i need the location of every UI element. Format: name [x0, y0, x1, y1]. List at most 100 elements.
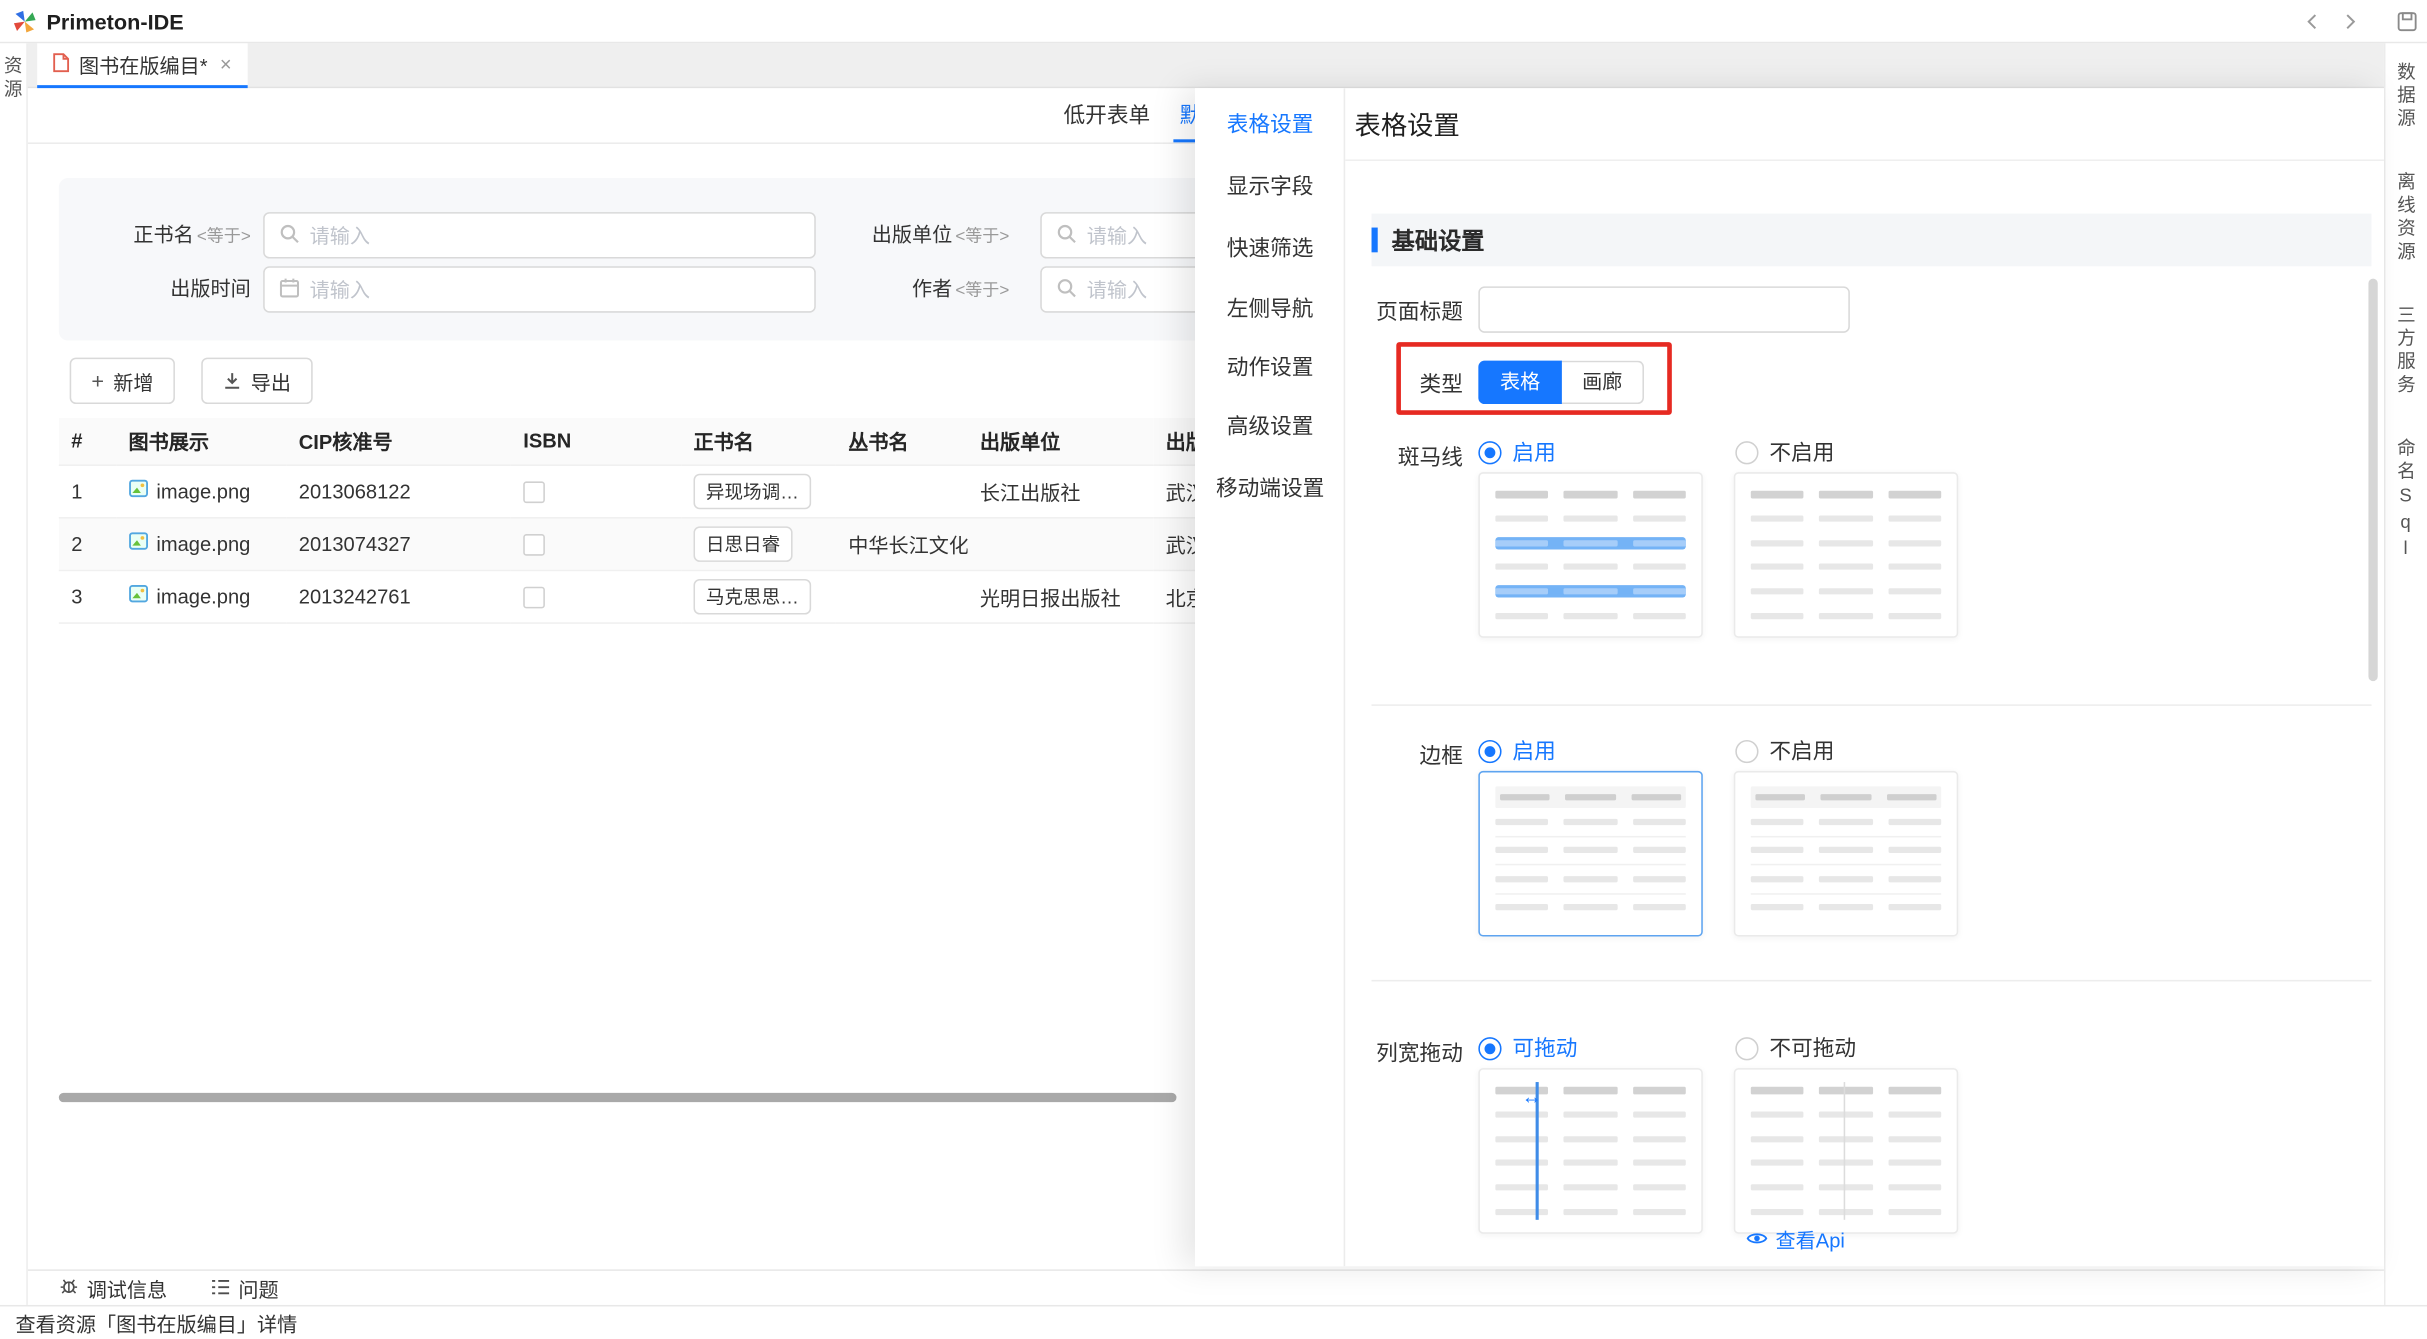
col-cip: CIP核准号 [286, 418, 510, 464]
field-label-publish-date: 出版时间 [59, 266, 260, 312]
preview-row [1751, 537, 1941, 549]
resources-rail-button[interactable]: 资源 [0, 56, 26, 102]
settings-drawer: 表格设置 显示字段 快速筛选 左侧导航 动作设置 高级设置 移动端设置 表格设置… [1195, 88, 2384, 1266]
col-publisher: 出版单位 [968, 418, 1154, 464]
radio-unselected-icon [1735, 1036, 1758, 1059]
image-filename[interactable]: image.png [156, 479, 250, 502]
preview-row [1751, 1133, 1941, 1145]
preview-row [1751, 561, 1941, 573]
nav-display-fields[interactable]: 显示字段 [1195, 170, 1345, 201]
preview-row [1495, 561, 1685, 573]
book-title-button[interactable]: 异现场调… [694, 473, 812, 509]
view-tab-form[interactable]: 低开表单 [1063, 99, 1150, 130]
preview-row [1751, 610, 1941, 622]
search-icon [1056, 222, 1078, 248]
cell-publisher: 光明日报出版社 [968, 570, 1154, 623]
cell-image: image.png [116, 517, 286, 570]
search-icon [1056, 276, 1078, 302]
save-icon[interactable] [2396, 11, 2418, 33]
rail-datasource-button[interactable]: 数据源 [2393, 62, 2419, 132]
preview-row [1751, 1157, 1941, 1169]
titlebar: Primeton-IDE [0, 0, 2427, 43]
debug-info-button[interactable]: 调试信息 [59, 1273, 167, 1302]
image-filename[interactable]: image.png [156, 532, 250, 555]
cell-isbn [511, 464, 681, 517]
horizontal-scrollbar[interactable] [59, 1093, 1177, 1102]
field-label-author: 作者<等于> [816, 266, 1034, 312]
publish-date-input[interactable] [310, 278, 801, 301]
rail-named-sql-button[interactable]: 命名Sql [2393, 438, 2419, 563]
drawer-nav: 表格设置 显示字段 快速筛选 左侧导航 动作设置 高级设置 移动端设置 [1195, 88, 1345, 1266]
preview-row [1751, 808, 1941, 837]
drawer-scrollbar[interactable] [2368, 279, 2377, 681]
nav-advanced-settings[interactable]: 高级设置 [1195, 410, 1345, 441]
nav-quick-filter[interactable]: 快速筛选 [1195, 232, 1345, 263]
book-title-button[interactable]: 马克思思… [694, 578, 812, 614]
app-title: Primeton-IDE [46, 9, 183, 34]
back-icon[interactable] [2303, 11, 2322, 33]
border-disable-radio[interactable]: 不启用 [1735, 738, 1834, 763]
app-window: Primeton-IDE 资源 数据源 离线资源 三方服务 命名Sql [0, 0, 2427, 1339]
book-title-search-input[interactable] [263, 212, 816, 258]
problems-button[interactable]: 问题 [211, 1273, 279, 1302]
radio-selected-icon [1478, 440, 1501, 463]
preview-row [1495, 808, 1685, 837]
radio-unselected-icon [1735, 739, 1758, 762]
nav-mobile-settings[interactable]: 移动端设置 [1195, 472, 1345, 503]
coldrag-enable-radio[interactable]: 可拖动 [1478, 1036, 1577, 1061]
statusbar: 查看资源「图书在版编目」详情 [0, 1305, 2427, 1339]
cell-title: 异现场调… [681, 464, 836, 517]
debug-toolbar: 调试信息 问题 [28, 1269, 2384, 1305]
tab-label: 图书在版编目* [79, 50, 208, 79]
rail-offline-resources-button[interactable]: 离线资源 [2393, 172, 2419, 265]
page-title-input[interactable] [1478, 286, 1850, 332]
annotation-highlight-box [1396, 342, 1672, 415]
eye-icon [1746, 1228, 1768, 1251]
image-filename[interactable]: image.png [156, 584, 250, 607]
view-api-link[interactable]: 查看Api [1746, 1224, 1845, 1253]
cell-isbn [511, 517, 681, 570]
radio-selected-icon [1478, 739, 1501, 762]
preview-row [1751, 488, 1941, 500]
col-title: 正书名 [681, 418, 836, 464]
preview-row [1495, 894, 1685, 921]
static-divider-line [1844, 1082, 1846, 1220]
border-enable-radio[interactable]: 启用 [1478, 738, 1555, 763]
cell-image: image.png [116, 570, 286, 623]
preview-row [1751, 837, 1941, 866]
tab-close-icon[interactable]: × [220, 53, 232, 76]
coldrag-disable-radio[interactable]: 不可拖动 [1735, 1036, 1856, 1061]
zebra-enable-radio[interactable]: 启用 [1478, 440, 1555, 465]
cell-isbn [511, 570, 681, 623]
preview-row [1495, 1133, 1685, 1145]
image-icon [128, 584, 148, 609]
checkbox[interactable] [523, 481, 545, 503]
field-label-publisher: 出版单位<等于> [816, 212, 1034, 258]
export-button[interactable]: 导出 [201, 358, 312, 404]
drawer-title-divider [1345, 159, 2384, 161]
book-title-button[interactable]: 日思日睿 [694, 526, 793, 562]
add-button[interactable]: + 新增 [70, 358, 176, 404]
preview-row [1495, 837, 1685, 866]
book-title-input[interactable] [310, 224, 801, 247]
nav-table-settings[interactable]: 表格设置 [1195, 108, 1345, 139]
preview-row [1751, 894, 1941, 921]
border-on-preview [1478, 771, 1702, 937]
checkbox[interactable] [523, 586, 545, 608]
forward-icon[interactable] [2341, 11, 2360, 33]
col-index: # [59, 418, 116, 464]
border-off-preview [1734, 771, 1958, 937]
rail-third-party-services-button[interactable]: 三方服务 [2393, 305, 2419, 398]
publish-date-input-wrap[interactable] [263, 266, 816, 312]
checkbox[interactable] [523, 534, 545, 556]
image-icon [128, 478, 148, 503]
right-rail: 数据源 离线资源 三方服务 命名Sql [2384, 43, 2427, 1305]
zebra-disable-radio[interactable]: 不启用 [1735, 440, 1834, 465]
preview-row [1495, 1206, 1685, 1218]
preview-row [1495, 488, 1685, 500]
preview-row [1751, 1084, 1941, 1096]
tab-book-cip[interactable]: 图书在版编目* × [37, 43, 247, 88]
column-drag-label: 列宽拖动 [1308, 1037, 1463, 1068]
preview-row [1495, 1181, 1685, 1193]
preview-row [1751, 585, 1941, 597]
